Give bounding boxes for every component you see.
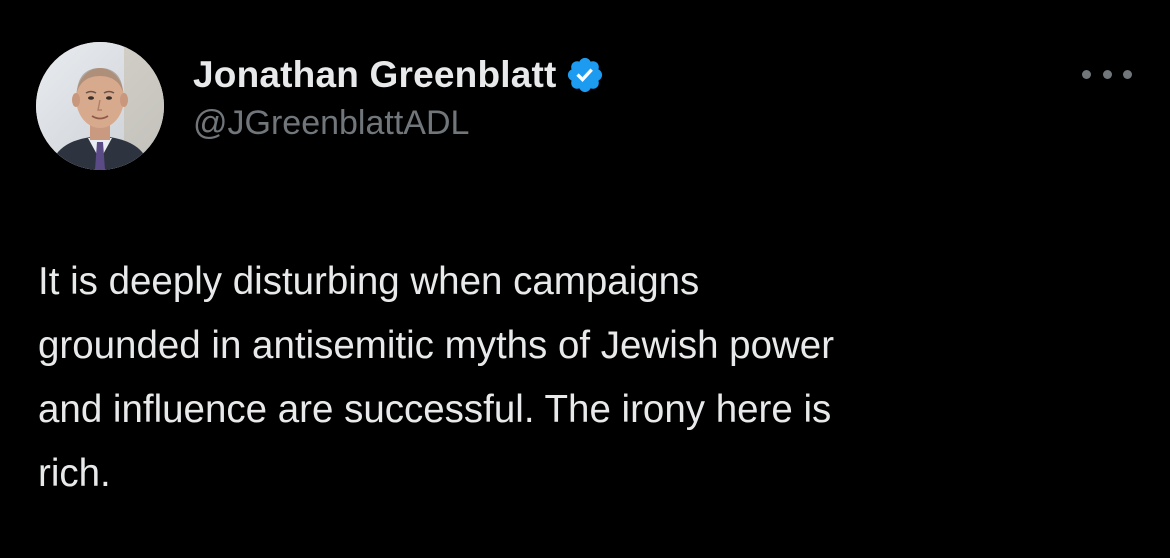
author-display-name[interactable]: Jonathan Greenblatt xyxy=(193,54,557,96)
avatar[interactable] xyxy=(36,42,164,170)
tweet-text-line: It is deeply disturbing when campaigns xyxy=(38,260,700,303)
verified-badge-icon[interactable] xyxy=(565,55,605,95)
more-horizontal-icon xyxy=(1082,69,1091,79)
tweet-text: It is deeply disturbing when campaigns g… xyxy=(38,250,1138,506)
tweet-text-line: and influence are successful. The irony … xyxy=(38,388,832,431)
more-horizontal-icon-dot xyxy=(1102,69,1112,79)
tweet-text-line: grounded in antisemitic myths of Jewish … xyxy=(38,324,835,367)
more-options-button[interactable] xyxy=(1082,62,1132,86)
tweet-card: Jonathan Greenblatt @JGreenblattADL It i… xyxy=(0,0,1170,558)
tweet-text-line: rich. xyxy=(38,452,111,495)
profile-photo xyxy=(36,42,164,170)
more-horizontal-icon-dot xyxy=(1123,69,1132,79)
name-row: Jonathan Greenblatt xyxy=(193,52,605,98)
tweet-header: Jonathan Greenblatt @JGreenblattADL xyxy=(193,52,605,143)
author-handle[interactable]: @JGreenblattADL xyxy=(193,104,605,143)
